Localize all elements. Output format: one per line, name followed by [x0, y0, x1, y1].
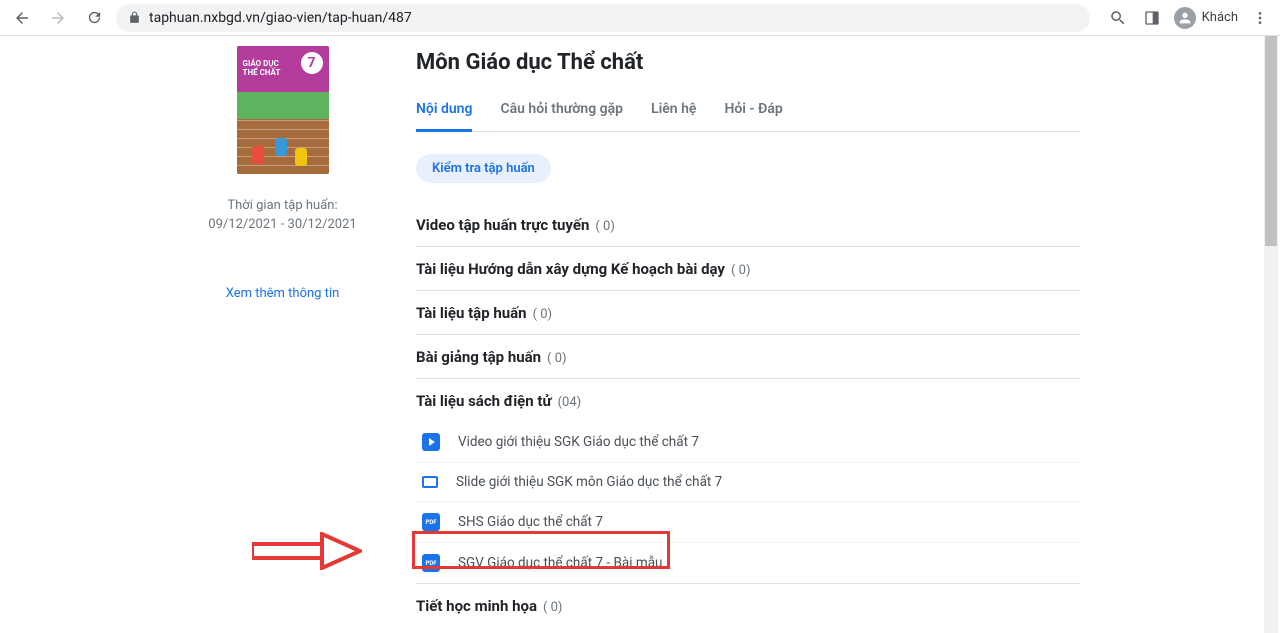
section-lesson-plan[interactable]: Tài liệu Hướng dẫn xây dựng Kế hoạch bài…	[416, 247, 1080, 291]
list-item[interactable]: Video giới thiệu SGK Giáo dục thể chất 7	[416, 422, 1080, 463]
item-label: Slide giới thiệu SGK môn Giáo dục thể ch…	[456, 474, 722, 490]
page-body: GIÁO DỤC THỂ CHẤT 7 Thời gian tập huấn: …	[0, 36, 1280, 633]
profile-chip[interactable]: Khách	[1174, 7, 1238, 29]
test-chip[interactable]: Kiểm tra tập huấn	[416, 154, 551, 183]
tab-faq[interactable]: Câu hỏi thường gặp	[500, 93, 623, 131]
scrollbar-thumb[interactable]	[1265, 36, 1277, 246]
training-period: Thời gian tập huấn: 09/12/2021 - 30/12/2…	[208, 198, 356, 232]
book-cover[interactable]: GIÁO DỤC THỂ CHẤT 7	[237, 46, 329, 174]
tab-lien-he[interactable]: Liên hệ	[651, 93, 696, 131]
forward-button[interactable]	[44, 4, 72, 32]
tab-noi-dung[interactable]: Nội dung	[416, 93, 472, 132]
section-title: Video tập huấn trực tuyến	[416, 216, 589, 234]
tab-hoi-dap[interactable]: Hỏi - Đáp	[724, 93, 782, 131]
zoom-icon[interactable]	[1106, 6, 1130, 30]
vertical-scrollbar[interactable]	[1264, 36, 1278, 633]
section-lectures[interactable]: Bài giảng tập huấn ( 0)	[416, 335, 1080, 379]
item-label: SHS Giáo dục thể chất 7	[458, 514, 603, 530]
section-demo-lesson[interactable]: Tiết học minh họa ( 0)	[416, 584, 1080, 615]
section-ebooks-header[interactable]: Tài liệu sách điện tử (04)	[416, 379, 1080, 414]
section-count: ( 0)	[731, 263, 751, 278]
section-title: Tài liệu sách điện tử	[416, 392, 552, 410]
panel-icon[interactable]	[1140, 6, 1164, 30]
pdf-icon: PDF	[422, 554, 440, 572]
section-title: Tài liệu tập huấn	[416, 304, 527, 322]
pdf-icon: PDF	[422, 513, 440, 531]
ebook-list: Video giới thiệu SGK Giáo dục thể chất 7…	[416, 422, 1080, 584]
page-title: Môn Giáo dục Thể chất	[416, 50, 1080, 75]
list-item[interactable]: PDF SHS Giáo dục thể chất 7	[416, 502, 1080, 543]
book-cover-title: GIÁO DỤC THỂ CHẤT	[243, 60, 281, 78]
video-icon	[422, 433, 440, 451]
more-info-link[interactable]: Xem thêm thông tin	[226, 286, 340, 301]
section-video-online[interactable]: Video tập huấn trực tuyến ( 0)	[416, 203, 1080, 247]
section-title: Tài liệu Hướng dẫn xây dựng Kế hoạch bài…	[416, 260, 725, 278]
main-content: Môn Giáo dục Thể chất Nội dung Câu hỏi t…	[400, 46, 1280, 633]
period-value: 09/12/2021 - 30/12/2021	[208, 217, 356, 232]
address-bar[interactable]: taphuan.nxbgd.vn/giao-vien/tap-huan/487	[116, 4, 1090, 32]
lock-icon	[128, 11, 141, 24]
avatar-icon	[1174, 7, 1196, 29]
profile-label: Khách	[1202, 10, 1238, 25]
item-label: Video giới thiệu SGK Giáo dục thể chất 7	[458, 434, 699, 450]
item-label: SGV Giáo dục thể chất 7 - Bài mẫu	[458, 555, 663, 571]
section-count: ( 0)	[547, 351, 567, 366]
list-item[interactable]: PDF SGV Giáo dục thể chất 7 - Bài mẫu	[416, 543, 1080, 584]
period-label: Thời gian tập huấn:	[208, 198, 356, 213]
section-training-docs[interactable]: Tài liệu tập huấn ( 0)	[416, 291, 1080, 335]
kebab-menu-icon[interactable]	[1248, 6, 1272, 30]
section-count: ( 0)	[543, 600, 563, 615]
section-title: Bài giảng tập huấn	[416, 348, 541, 366]
back-button[interactable]	[8, 4, 36, 32]
section-count: ( 0)	[533, 307, 553, 322]
toolbar-right: Khách	[1106, 6, 1272, 30]
slide-icon	[422, 476, 438, 488]
section-count: ( 0)	[595, 219, 615, 234]
browser-toolbar: taphuan.nxbgd.vn/giao-vien/tap-huan/487 …	[0, 0, 1280, 36]
section-count: (04)	[558, 395, 582, 410]
tab-bar: Nội dung Câu hỏi thường gặp Liên hệ Hỏi …	[416, 93, 1080, 132]
reload-button[interactable]	[80, 4, 108, 32]
list-item[interactable]: Slide giới thiệu SGK môn Giáo dục thể ch…	[416, 463, 1080, 502]
section-title: Tiết học minh họa	[416, 597, 537, 615]
book-cover-number: 7	[301, 52, 323, 74]
annotation-arrow	[252, 532, 362, 570]
url-text: taphuan.nxbgd.vn/giao-vien/tap-huan/487	[149, 10, 412, 26]
